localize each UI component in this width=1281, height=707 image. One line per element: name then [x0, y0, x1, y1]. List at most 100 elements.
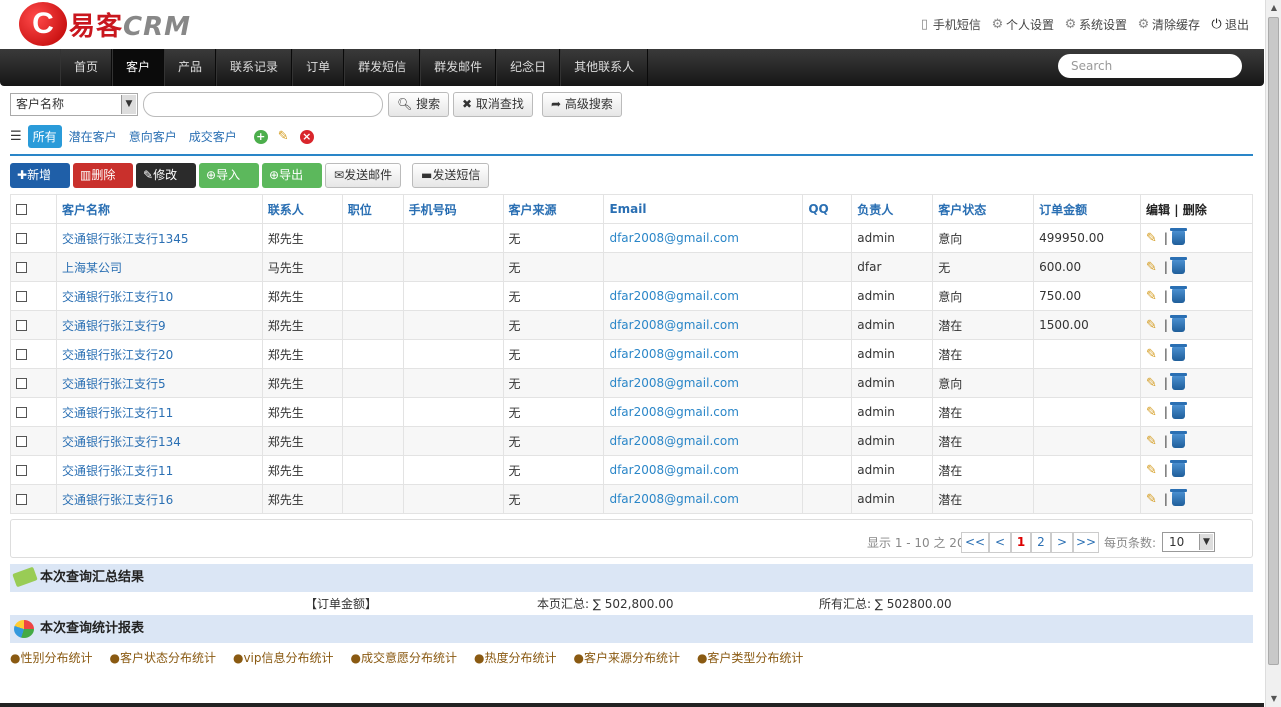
- email-link[interactable]: dfar2008@gmail.com: [603, 397, 804, 427]
- row-checkbox[interactable]: [16, 349, 27, 360]
- edit-icon[interactable]: ✎: [1146, 318, 1160, 333]
- customer-name-link[interactable]: 交通银行张江支行5: [55, 368, 263, 398]
- stats-link-type[interactable]: ●客户类型分布统计: [697, 649, 803, 666]
- per-page-select[interactable]: 10 ▼: [1162, 532, 1215, 552]
- export-button[interactable]: ⊕导出: [262, 163, 322, 188]
- stats-link-heat[interactable]: ●热度分布统计: [474, 649, 556, 666]
- stats-link-gender[interactable]: ●性别分布统计: [10, 649, 92, 666]
- delete-filter-icon[interactable]: ×: [299, 129, 314, 144]
- top-link-system[interactable]: ⚙ 系统设置: [1064, 16, 1127, 33]
- top-link-logout[interactable]: ⏻ 退出: [1210, 16, 1249, 33]
- customer-name-link[interactable]: 交通银行张江支行20: [55, 339, 263, 369]
- stats-link-intent[interactable]: ●成交意愿分布统计: [351, 649, 457, 666]
- select-all-checkbox[interactable]: [16, 204, 27, 215]
- filter-closed[interactable]: 成交客户: [184, 125, 242, 148]
- edit-icon[interactable]: ✎: [1146, 434, 1160, 449]
- nav-item-orders[interactable]: 订单: [292, 49, 345, 86]
- email-link[interactable]: dfar2008@gmail.com: [603, 339, 804, 369]
- nav-item-bulk-sms[interactable]: 群发短信: [344, 49, 421, 86]
- edit-icon[interactable]: ✎: [1146, 376, 1160, 391]
- stats-link-status[interactable]: ●客户状态分布统计: [109, 649, 215, 666]
- trash-icon[interactable]: [1169, 460, 1187, 477]
- trash-icon[interactable]: [1169, 489, 1187, 506]
- filter-intent[interactable]: 意向客户: [124, 125, 182, 148]
- send-email-button[interactable]: ✉发送邮件: [325, 163, 402, 188]
- customer-name-link[interactable]: 交通银行张江支行11: [55, 455, 263, 485]
- row-checkbox[interactable]: [16, 233, 27, 244]
- nav-item-products[interactable]: 产品: [164, 49, 217, 86]
- column-header[interactable]: QQ: [802, 194, 853, 224]
- email-link[interactable]: dfar2008@gmail.com: [603, 310, 804, 340]
- pager-last[interactable]: >>: [1073, 532, 1099, 553]
- pager-page-1[interactable]: 1: [1011, 532, 1031, 553]
- add-filter-icon[interactable]: +: [253, 129, 268, 144]
- trash-icon[interactable]: [1169, 257, 1187, 274]
- edit-icon[interactable]: ✎: [1146, 405, 1160, 420]
- row-checkbox[interactable]: [16, 378, 27, 389]
- edit-icon[interactable]: ✎: [1146, 260, 1160, 275]
- column-header[interactable]: 联系人: [261, 194, 343, 224]
- cancel-search-button[interactable]: ✖ 取消查找: [453, 92, 533, 117]
- edit-button[interactable]: ✎修改: [136, 163, 196, 188]
- email-link[interactable]: dfar2008@gmail.com: [603, 426, 804, 456]
- email-link[interactable]: dfar2008@gmail.com: [603, 223, 804, 253]
- edit-icon[interactable]: ✎: [1146, 492, 1160, 507]
- nav-search-input[interactable]: Search: [1058, 54, 1242, 78]
- scroll-down-icon[interactable]: ▼: [1269, 694, 1279, 704]
- search-button[interactable]: 🔍︎ 搜索: [388, 92, 450, 117]
- email-link[interactable]: dfar2008@gmail.com: [603, 281, 804, 311]
- email-link[interactable]: dfar2008@gmail.com: [603, 484, 804, 514]
- email-link[interactable]: dfar2008@gmail.com: [603, 455, 804, 485]
- customer-name-link[interactable]: 交通银行张江支行11: [55, 397, 263, 427]
- customer-name-link[interactable]: 交通银行张江支行134: [55, 426, 263, 456]
- email-link[interactable]: dfar2008@gmail.com: [603, 368, 804, 398]
- pager-next[interactable]: >: [1051, 532, 1073, 553]
- edit-icon[interactable]: ✎: [1146, 463, 1160, 478]
- trash-icon[interactable]: [1169, 228, 1187, 245]
- edit-icon[interactable]: ✎: [1146, 289, 1160, 304]
- nav-item-customers[interactable]: 客户: [112, 49, 165, 86]
- trash-icon[interactable]: [1169, 315, 1187, 332]
- pager-page-2[interactable]: 2: [1031, 532, 1051, 553]
- customer-name-link[interactable]: 交通银行张江支行9: [55, 310, 263, 340]
- stats-link-source[interactable]: ●客户来源分布统计: [573, 649, 679, 666]
- column-header[interactable]: Email: [603, 194, 804, 224]
- filter-all[interactable]: 所有: [27, 125, 62, 148]
- scrollbar-thumb[interactable]: [1268, 17, 1279, 665]
- edit-icon[interactable]: ✎: [1146, 347, 1160, 362]
- column-header[interactable]: 客户名称: [55, 194, 263, 224]
- row-checkbox[interactable]: [16, 494, 27, 505]
- search-input[interactable]: [143, 92, 383, 117]
- nav-item-home[interactable]: 首页: [60, 49, 113, 86]
- new-button[interactable]: ✚新增: [10, 163, 70, 188]
- pager-prev[interactable]: <: [989, 532, 1011, 553]
- top-link-sms[interactable]: ▯ 手机短信: [918, 16, 981, 33]
- customer-name-link[interactable]: 上海某公司: [55, 252, 263, 282]
- row-checkbox[interactable]: [16, 320, 27, 331]
- row-checkbox[interactable]: [16, 436, 27, 447]
- send-sms-button[interactable]: ▬发送短信: [412, 163, 490, 188]
- top-link-profile[interactable]: ⚙ 个人设置: [991, 16, 1054, 33]
- row-checkbox[interactable]: [16, 262, 27, 273]
- customer-name-link[interactable]: 交通银行张江支行16: [55, 484, 263, 514]
- edit-icon[interactable]: ✎: [1146, 231, 1160, 246]
- delete-button[interactable]: ▥删除: [73, 163, 133, 188]
- nav-item-bulk-email[interactable]: 群发邮件: [420, 49, 497, 86]
- nav-item-other-contacts[interactable]: 其他联系人: [560, 49, 649, 86]
- column-header[interactable]: 负责人: [851, 194, 934, 224]
- pager-first[interactable]: <<: [961, 532, 989, 553]
- scroll-up-icon[interactable]: ▲: [1269, 3, 1279, 13]
- import-button[interactable]: ⊕导入: [199, 163, 259, 188]
- logo[interactable]: C 易客CRM: [19, 2, 191, 46]
- vertical-scrollbar[interactable]: ▲ ▼: [1265, 0, 1281, 707]
- column-header[interactable]: 职位: [341, 194, 404, 224]
- row-checkbox[interactable]: [16, 465, 27, 476]
- trash-icon[interactable]: [1169, 344, 1187, 361]
- row-checkbox[interactable]: [16, 407, 27, 418]
- customer-name-link[interactable]: 交通银行张江支行1345: [55, 223, 263, 253]
- filter-potential[interactable]: 潜在客户: [64, 125, 122, 148]
- email-link[interactable]: [603, 252, 804, 282]
- column-header[interactable]: 手机号码: [402, 194, 504, 224]
- top-link-clear-cache[interactable]: ⚙ 清除缓存: [1137, 16, 1200, 33]
- column-header[interactable]: 客户状态: [932, 194, 1035, 224]
